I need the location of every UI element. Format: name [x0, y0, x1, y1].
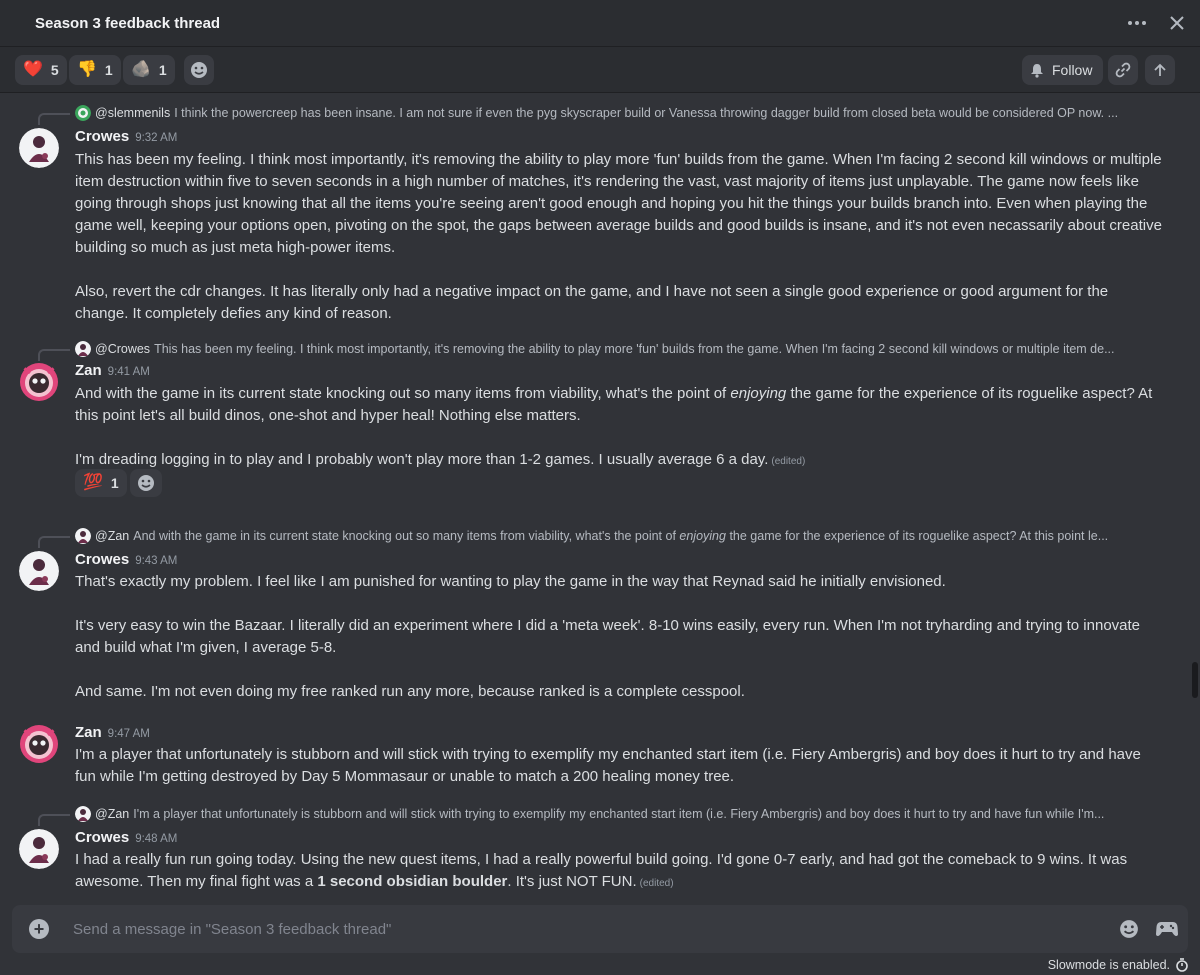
timestamp: 9:43 AM [135, 555, 178, 567]
message-header: Zan 9:47 AM [75, 724, 150, 741]
thread-title: Season 3 feedback thread [35, 14, 221, 32]
smiley-icon [191, 62, 207, 78]
reply-preview[interactable]: @Crowes This has been my feeling. I thin… [75, 340, 1165, 358]
reaction-thumbs-down[interactable]: 👎 1 [69, 55, 121, 85]
smiley-icon [138, 475, 154, 491]
message-body: That's exactly my problem. I feel like I… [75, 571, 1165, 703]
reply-text: And with the game in its current state k… [133, 529, 1109, 543]
message-paragraph: Also, revert the cdr changes. It has lit… [75, 283, 1109, 322]
reply-author[interactable]: @Crowes [95, 342, 150, 356]
scroll-top-button[interactable] [1145, 55, 1175, 85]
follow-label: Follow [1052, 62, 1093, 78]
reaction-count: 1 [158, 62, 167, 78]
message-header: Zan 9:41 AM [75, 362, 150, 379]
edited-label: (edited) [771, 456, 806, 467]
reply-avatar [75, 341, 91, 357]
reply-spine [38, 814, 70, 826]
hundred-icon: 💯 [83, 474, 103, 491]
reply-avatar [75, 806, 91, 822]
timestamp: 9:32 AM [135, 132, 178, 144]
avatar[interactable] [19, 829, 59, 869]
username[interactable]: Zan [75, 724, 102, 741]
reply-avatar [75, 528, 91, 544]
reaction-count: 5 [50, 62, 59, 78]
reply-avatar [75, 105, 91, 121]
reaction-bar: ❤️ 5 👎 1 🪨 1 Follow [0, 47, 1200, 93]
copy-link-button[interactable] [1108, 55, 1138, 85]
reply-spine [38, 349, 70, 361]
close-icon[interactable] [1166, 12, 1188, 34]
message-paragraph: It's very easy to win the Bazaar. I lite… [75, 617, 1141, 656]
reply-text: I'm a player that unfortunately is stubb… [133, 807, 1105, 821]
reaction-heart[interactable]: ❤️ 5 [15, 55, 67, 85]
reaction-hundred[interactable]: 💯 1 [75, 469, 127, 497]
emoji-picker-button[interactable] [1117, 917, 1141, 941]
avatar[interactable] [19, 362, 59, 402]
avatar[interactable] [19, 724, 59, 764]
slowmode-indicator: Slowmode is enabled. [1048, 958, 1188, 972]
reply-preview[interactable]: @Zan I'm a player that unfortunately is … [75, 805, 1165, 823]
slowmode-text: Slowmode is enabled. [1047, 958, 1170, 972]
add-reaction-button[interactable] [130, 469, 162, 497]
username[interactable]: Zan [75, 362, 102, 379]
reply-author[interactable]: @Zan [95, 807, 129, 821]
message-composer: + [12, 905, 1188, 953]
message-paragraph: I'm dreading logging in to play and I pr… [75, 451, 806, 468]
message-paragraph: And same. I'm not even doing my free ran… [75, 683, 745, 700]
reaction-custom[interactable]: 🪨 1 [123, 55, 175, 85]
avatar[interactable] [19, 551, 59, 591]
message-body: This has been my feeling. I think most i… [75, 149, 1165, 325]
stopwatch-icon [1176, 958, 1188, 972]
reaction-count: 1 [110, 475, 119, 491]
heart-icon: ❤️ [23, 61, 43, 78]
message-body: And with the game in its current state k… [75, 383, 1165, 473]
link-icon [1115, 62, 1131, 78]
timestamp: 9:41 AM [107, 366, 150, 378]
reply-spine [38, 113, 70, 125]
timestamp: 9:48 AM [135, 833, 178, 845]
message-header: Crowes 9:43 AM [75, 551, 177, 568]
message-body: I had a really fun run going today. Usin… [75, 849, 1165, 895]
plus-icon[interactable]: + [29, 919, 49, 939]
add-reaction-button[interactable] [184, 55, 214, 85]
avatar[interactable] [19, 128, 59, 168]
thread-header: Season 3 feedback thread [0, 0, 1200, 47]
username[interactable]: Crowes [75, 829, 129, 846]
gamepad-icon [1156, 922, 1178, 936]
message-header: Crowes 9:32 AM [75, 128, 177, 145]
message-input[interactable] [73, 917, 1073, 941]
reply-text: I think the powercreep has been insane. … [174, 106, 1119, 120]
timestamp: 9:47 AM [107, 728, 150, 740]
reply-text: This has been my feeling. I think most i… [154, 342, 1115, 356]
edited-label: (edited) [639, 878, 674, 889]
reply-preview[interactable]: @slemmenils I think the powercreep has b… [75, 104, 1165, 122]
custom-emoji-icon: 🪨 [131, 61, 151, 78]
username[interactable]: Crowes [75, 551, 129, 568]
reply-spine [38, 536, 70, 548]
message-paragraph: That's exactly my problem. I feel like I… [75, 573, 946, 590]
follow-button[interactable]: Follow [1022, 55, 1103, 85]
reply-author[interactable]: @Zan [95, 529, 129, 543]
username[interactable]: Crowes [75, 128, 129, 145]
smiley-icon [1120, 920, 1138, 938]
reply-author[interactable]: @slemmenils [95, 106, 170, 120]
arrow-up-icon [1154, 63, 1166, 76]
more-icon[interactable] [1126, 12, 1148, 34]
message-paragraph: This has been my feeling. I think most i… [75, 151, 1162, 256]
reply-preview[interactable]: @Zan And with the game in its current st… [75, 527, 1165, 545]
thumbs-down-icon: 👎 [77, 61, 97, 78]
message-body: I'm a player that unfortunately is stubb… [75, 744, 1165, 788]
reaction-count: 1 [104, 62, 113, 78]
message-paragraph: I had a really fun run going today. Usin… [75, 851, 1128, 890]
activities-button[interactable] [1155, 917, 1179, 941]
message-header: Crowes 9:48 AM [75, 829, 177, 846]
message-paragraph: And with the game in its current state k… [75, 385, 1153, 424]
scrollbar-thumb[interactable] [1192, 662, 1198, 698]
bell-icon [1031, 63, 1043, 78]
message-paragraph: I'm a player that unfortunately is stubb… [75, 746, 1141, 785]
message-list: @slemmenils I think the powercreep has b… [0, 94, 1200, 904]
